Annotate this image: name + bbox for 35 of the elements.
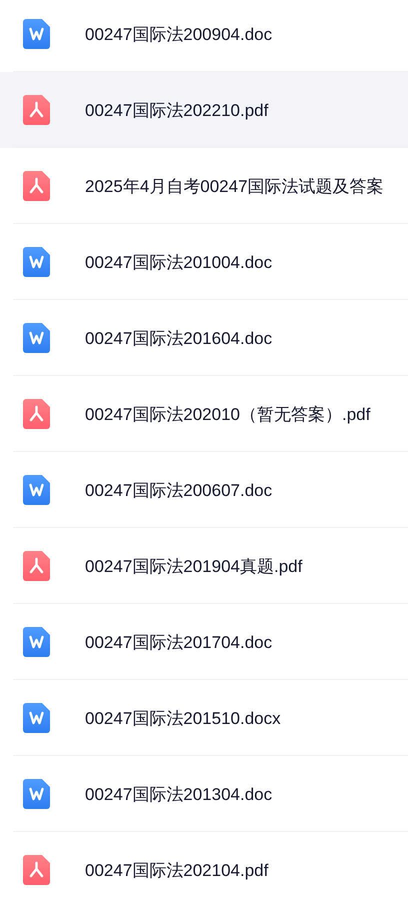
file-name: 00247国际法201510.docx [85,708,281,730]
file-name: 00247国际法200607.doc [85,480,272,502]
pdf-file-icon [23,171,50,201]
file-name: 00247国际法200904.doc [85,24,272,46]
word-file-icon [23,627,50,657]
word-file-icon [23,323,50,353]
file-name: 00247国际法201304.doc [85,784,272,806]
file-name: 00247国际法202210.pdf [85,100,268,122]
file-row[interactable]: 00247国际法202010（暂无答案）.pdf [0,376,408,452]
file-row[interactable]: 00247国际法201510.docx [0,680,408,756]
word-file-icon [23,703,50,733]
file-row[interactable]: 00247国际法201904真题.pdf [0,528,408,604]
file-name: 00247国际法201704.doc [85,632,272,654]
file-name: 00247国际法202010（暂无答案）.pdf [85,404,370,426]
file-name: 00247国际法202104.pdf [85,860,268,882]
pdf-file-icon [23,551,50,581]
file-name: 2025年4月自考00247国际法试题及答案 [85,176,384,198]
file-name: 00247国际法201604.doc [85,328,272,350]
file-row[interactable]: 00247国际法200904.doc [0,0,408,72]
file-row[interactable]: 00247国际法200607.doc [0,452,408,528]
pdf-file-icon [23,399,50,429]
file-name: 00247国际法201904真题.pdf [85,556,302,578]
pdf-file-icon [23,855,50,885]
word-file-icon [23,19,50,49]
file-row[interactable]: 00247国际法201004.doc [0,224,408,300]
file-row[interactable]: 2025年4月自考00247国际法试题及答案 [0,148,408,224]
file-row[interactable]: 00247国际法201704.doc [0,604,408,680]
file-name: 00247国际法201004.doc [85,252,272,274]
word-file-icon [23,779,50,809]
file-row[interactable]: 00247国际法201604.doc [0,300,408,376]
word-file-icon [23,247,50,277]
file-row[interactable]: 00247国际法202210.pdf [0,72,408,148]
word-file-icon [23,475,50,505]
file-row[interactable]: 00247国际法201304.doc [0,756,408,832]
pdf-file-icon [23,95,50,125]
